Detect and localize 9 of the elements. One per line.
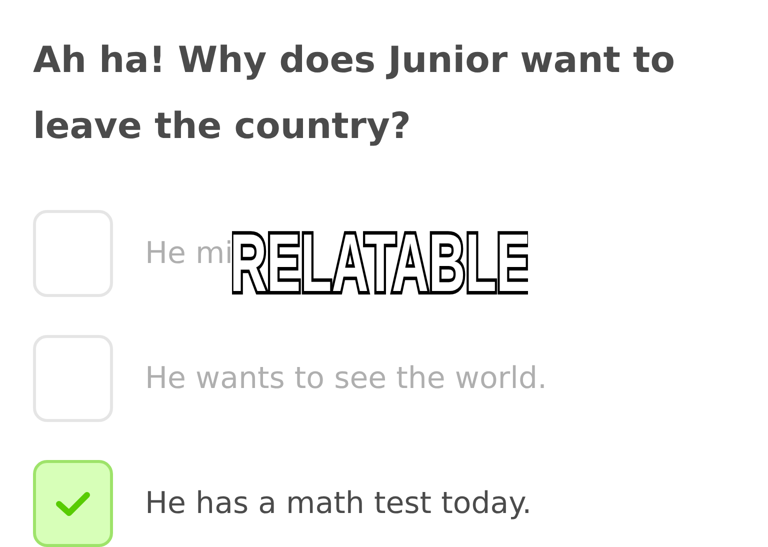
option-text: He mi — [145, 236, 234, 271]
checkbox[interactable] — [33, 335, 113, 422]
caption-text: RELATABLE — [232, 218, 528, 310]
checkmark-icon — [55, 490, 91, 518]
checkbox[interactable] — [33, 210, 113, 297]
option-text: He wants to see the world. — [145, 360, 548, 398]
checkbox[interactable] — [33, 460, 113, 547]
question-text: Ah ha! Why does Junior want to leave the country? — [33, 39, 676, 149]
option-text: He has a math test today. — [145, 485, 532, 523]
